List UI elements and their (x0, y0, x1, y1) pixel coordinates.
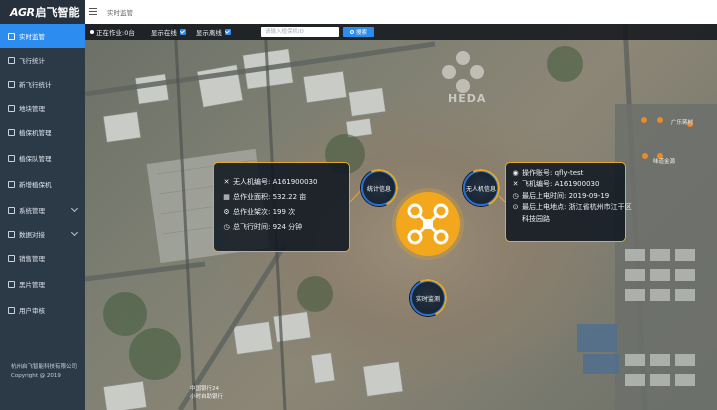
sidebar-item-label: 销售管理 (19, 255, 45, 263)
chevron-down-icon (70, 204, 79, 213)
sidebar-item-new-flight-stats[interactable]: 新飞行统计 (0, 72, 85, 96)
sidebar-item-label: 系统管理 (19, 207, 45, 215)
gear-icon (8, 206, 15, 214)
sidebar-item-add-drone[interactable]: 新增植保机 (0, 172, 85, 196)
sidebar-item-sales-management[interactable]: 销售管理 (0, 246, 85, 270)
chart-icon (8, 56, 15, 64)
list-icon (8, 280, 15, 288)
stats-info-button[interactable]: 统计信息 (354, 163, 404, 213)
sidebar-item-label: 地块管理 (19, 105, 45, 113)
drone-icon (407, 203, 449, 245)
map-icon (8, 104, 15, 112)
footer-company: 杭州启飞智能科技有限公司 (11, 364, 78, 370)
monitor-icon (8, 32, 15, 40)
sidebar-item-label: 黑片管理 (19, 281, 45, 289)
sidebar-item-plot-management[interactable]: 地块管理 (0, 96, 85, 120)
sidebar-item-label: 新飞行统计 (19, 81, 52, 89)
sidebar-item-blacklist-management[interactable]: 黑片管理 (0, 272, 85, 296)
logo-text: 启飞智能 (35, 6, 80, 19)
sidebar-item-label: 植保机管理 (19, 129, 52, 137)
drone-info-button[interactable]: 无人机信息 (456, 163, 506, 213)
sidebar-item-label: 新增植保机 (19, 181, 52, 189)
user-icon (8, 306, 15, 314)
footer-copyright: Copyright @ 2019 (11, 373, 61, 379)
sidebar-item-team-management[interactable]: 植保队管理 (0, 146, 85, 170)
satellite-map[interactable]: HEDA 中国银行24 小时自助银行 味道金源 广乐蒋村 正在作业:0台 显示在… (85, 24, 717, 410)
add-icon (8, 180, 15, 188)
sidebar-item-label: 实时监管 (19, 33, 45, 41)
app-logo: AGR 启飞智能 (0, 0, 85, 24)
drone-icon (8, 128, 15, 136)
sidebar-item-system-management[interactable]: 系统管理 (0, 198, 85, 222)
link-icon (8, 230, 15, 238)
sidebar-item-label: 植保队管理 (19, 155, 52, 163)
sidebar-item-label: 数据对接 (19, 231, 45, 239)
breadcrumb: 实时监管 (107, 9, 133, 17)
sidebar-item-data-integration[interactable]: 数据对接 (0, 222, 85, 246)
sidebar-item-flight-stats[interactable]: 飞行统计 (0, 48, 85, 72)
cart-icon (8, 254, 15, 262)
sidebar-item-drone-management[interactable]: 植保机管理 (0, 120, 85, 144)
chevron-down-icon (70, 228, 79, 237)
chart-icon (8, 80, 15, 88)
logo-mark: AGR (10, 5, 35, 19)
team-icon (8, 154, 15, 162)
sidebar-item-label: 用户审核 (19, 307, 45, 315)
sidebar: AGR 启飞智能 实时监管 飞行统计 新飞行统计 地块管理 植保机管理 植保队管… (0, 0, 85, 410)
live-monitor-button[interactable]: 实时监测 (403, 273, 453, 323)
top-bar: 实时监管 (85, 0, 717, 24)
drone-hub[interactable] (396, 192, 460, 256)
menu-toggle-icon[interactable] (89, 8, 97, 16)
sidebar-item-label: 飞行统计 (19, 57, 45, 65)
sidebar-item-user-review[interactable]: 用户审核 (0, 298, 85, 322)
sidebar-item-live-monitor[interactable]: 实时监管 (0, 24, 85, 48)
